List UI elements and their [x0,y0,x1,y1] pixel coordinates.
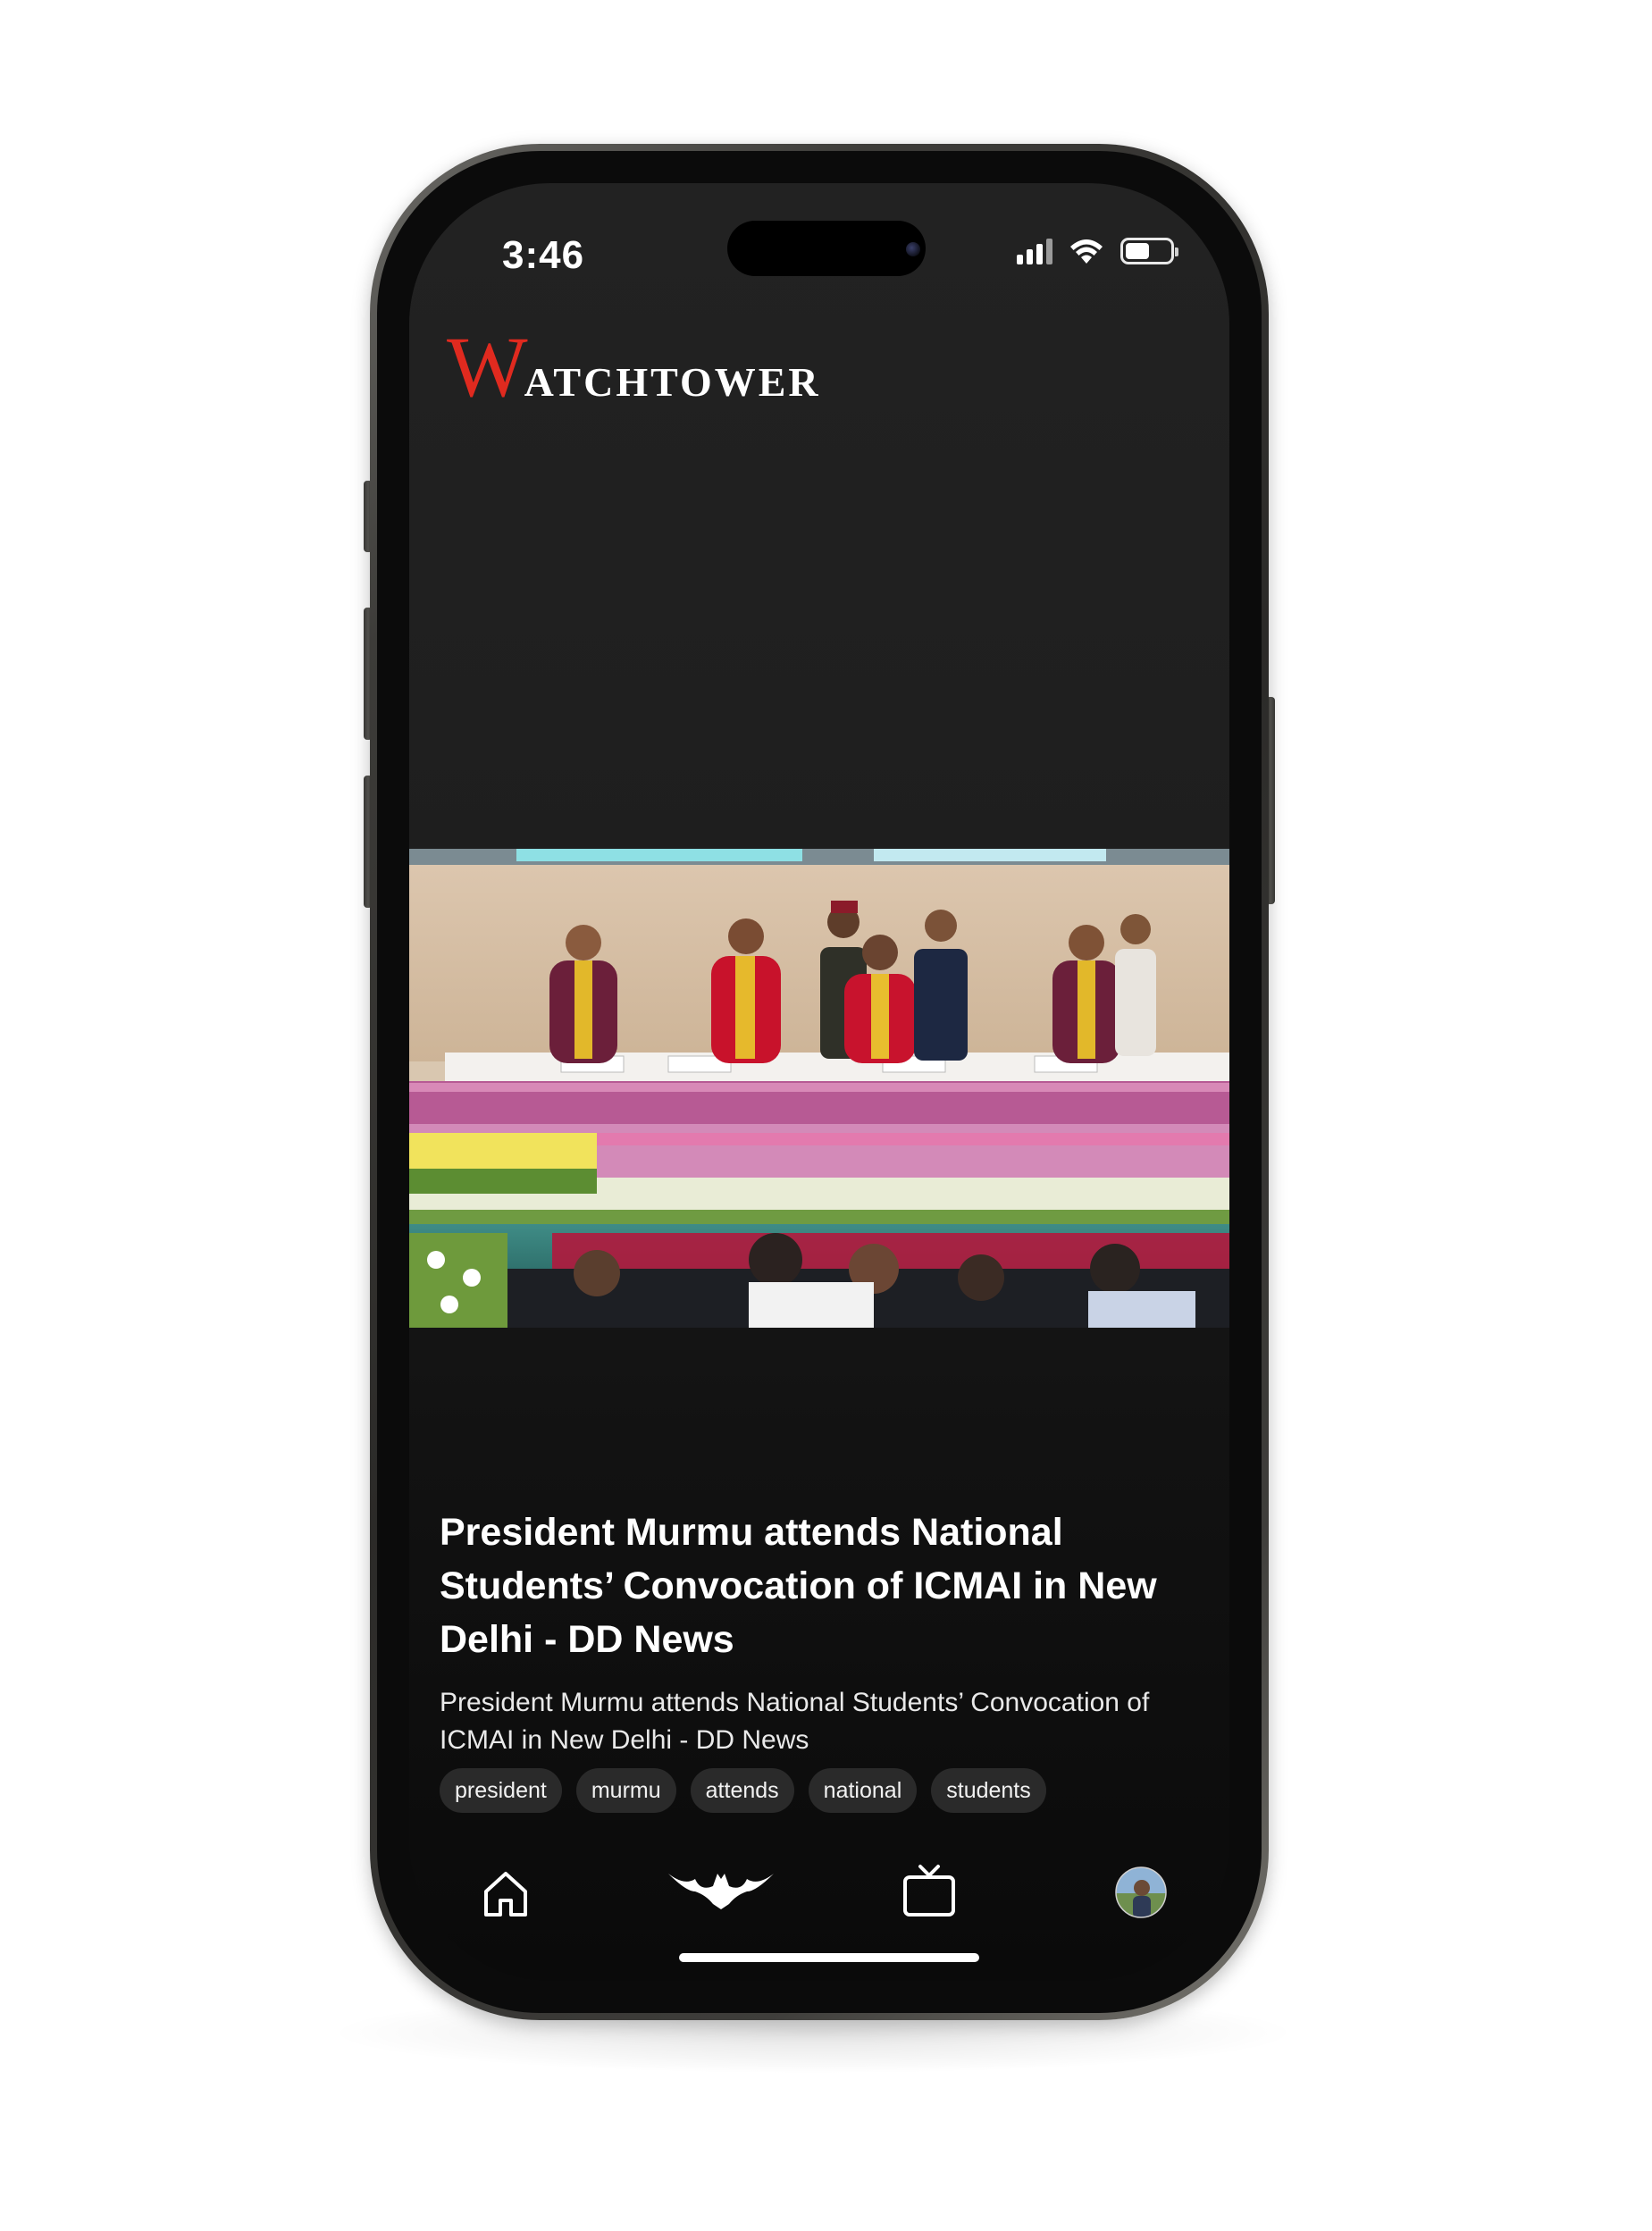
tag-chip[interactable]: attends [690,1768,794,1813]
app-screen: 3:46 W atchTower [409,183,1229,1981]
phone-frame: 3:46 W atchTower [370,144,1269,2020]
logo-initial: W [447,319,528,415]
home-icon [484,1872,527,1916]
profile-avatar [1115,1866,1167,1918]
bottom-tab-bar [409,1858,1229,1929]
tag-chip[interactable]: national [808,1768,918,1813]
wifi-icon [1070,239,1103,264]
tag-list: president murmu attends national student… [440,1768,1046,1813]
article-summary: President Murmu attends National Student… [440,1688,1150,1755]
tab-home[interactable] [481,1868,531,1923]
cellular-signal-icon [1017,238,1052,264]
battery-icon [1120,238,1178,264]
tag-chip[interactable]: president [440,1768,562,1813]
tab-profile[interactable] [1115,1866,1167,1923]
home-indicator [679,1953,979,1962]
bat-logo-icon [668,1874,774,1909]
phone-bezel: 3:46 W atchTower [377,151,1262,2013]
tag-chip[interactable]: students [931,1768,1046,1813]
article-image[interactable] [409,849,1229,1328]
tab-feed[interactable] [668,1868,774,1916]
watchtower-logo: W atchTower [447,324,821,410]
article-title[interactable]: President Murmu attends National Student… [440,1506,1185,1666]
tab-tv[interactable] [902,1863,956,1923]
battery-level-fill [1126,243,1149,259]
status-icons [1017,237,1178,265]
tag-chip[interactable]: murmu [575,1768,676,1813]
logo-wordmark: atchTower [524,359,821,405]
tv-icon [903,1865,955,1916]
ceremony-stage-photo [409,849,1229,1328]
status-time: 3:46 [502,233,585,277]
front-camera [906,242,920,256]
dynamic-island [727,221,926,276]
